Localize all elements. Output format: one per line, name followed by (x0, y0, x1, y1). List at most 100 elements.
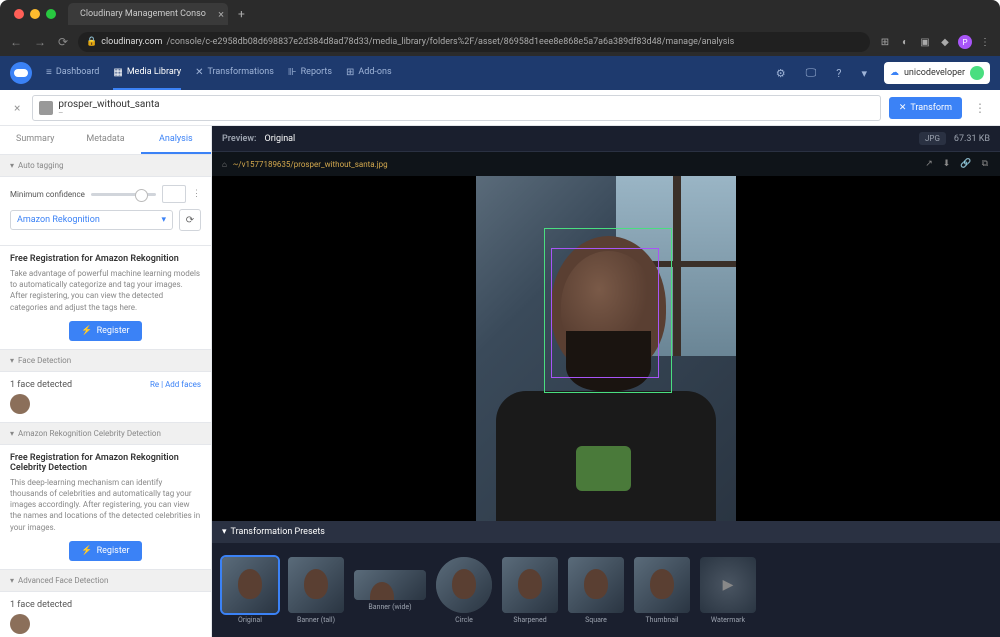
transform-icon: ✕ (899, 103, 907, 113)
detected-face-thumbnail[interactable] (10, 614, 30, 634)
promo-title: Free Registration for Amazon Rekognition (10, 254, 201, 264)
transform-label: Transform (910, 103, 952, 113)
detected-face-thumbnail[interactable] (10, 394, 30, 414)
register-button[interactable]: ⚡ Register (69, 321, 141, 341)
nav-item-transformations[interactable]: ✕Transformations (195, 56, 274, 90)
lightning-icon: ⚡ (81, 546, 92, 556)
image-stage[interactable] (212, 176, 1000, 521)
preset-label: Circle (455, 616, 473, 624)
nav-item-dashboard[interactable]: ≡Dashboard (46, 56, 99, 90)
new-tab-button[interactable]: + (234, 7, 249, 21)
promo-title: Free Registration for Amazon Rekognition… (10, 453, 201, 473)
preset-label: Watermark (711, 616, 745, 624)
close-window-icon[interactable] (14, 9, 24, 19)
maximize-window-icon[interactable] (46, 9, 56, 19)
nav-item-add-ons[interactable]: ⊞Add-ons (346, 56, 392, 90)
preview-pane: Preview: Original JPG 67.31 KB ⌂ ~/v1577… (212, 126, 1000, 637)
provider-select[interactable]: Amazon Rekognition ▾ (10, 210, 173, 230)
minimize-window-icon[interactable] (30, 9, 40, 19)
menu-icon[interactable]: ⋮ (978, 35, 992, 49)
nav-item-media-library[interactable]: ▦Media Library (113, 56, 181, 90)
section-celebrity-detection[interactable]: ▾ Amazon Rekognition Celebrity Detection (0, 423, 211, 445)
help-icon[interactable]: ? (833, 67, 844, 80)
confidence-slider[interactable] (91, 193, 156, 196)
close-tab-icon[interactable]: × (218, 8, 224, 21)
extension-icon[interactable]: ⊞ (878, 35, 892, 49)
preset-original[interactable]: Original (222, 557, 278, 624)
account-name: unicodeveloper (904, 68, 965, 78)
tab-analysis[interactable]: Analysis (141, 126, 211, 154)
asset-name-field[interactable]: prosper_without_santa — (32, 95, 880, 121)
asset-thumbnail-icon (39, 101, 53, 115)
min-confidence-label: Minimum confidence (10, 190, 85, 199)
preset-label: Thumbnail (645, 616, 678, 624)
preset-thumbnail (634, 557, 690, 613)
extension-icon[interactable]: ▣ (918, 35, 932, 49)
presets-title: Transformation Presets (231, 527, 325, 537)
preset-banner-tall-[interactable]: Banner (tall) (288, 557, 344, 624)
format-badge: JPG (919, 132, 946, 145)
preset-thumbnail (354, 570, 426, 600)
profile-avatar[interactable]: P (958, 35, 972, 49)
asset-image (476, 176, 736, 521)
confidence-value-input[interactable] (162, 185, 186, 203)
preset-square[interactable]: Square (568, 557, 624, 624)
preset-label: Original (238, 616, 262, 624)
forward-icon[interactable]: → (32, 35, 48, 49)
add-faces-link[interactable]: Re | Add faces (150, 380, 201, 389)
chevron-down-icon: ▾ (161, 215, 166, 225)
reload-icon[interactable]: ⟳ (56, 35, 70, 49)
home-icon[interactable]: ⌂ (222, 160, 227, 169)
download-icon[interactable]: ⬇ (941, 159, 953, 169)
preset-banner-wide-[interactable]: Banner (wide) (354, 570, 426, 611)
monitor-icon[interactable]: 🖵 (803, 66, 820, 80)
url-host: cloudinary.com (101, 37, 162, 47)
tab-summary[interactable]: Summary (0, 126, 70, 154)
back-icon[interactable]: ← (8, 35, 24, 49)
account-switcher[interactable]: ☁ unicodeveloper (884, 62, 990, 84)
browser-chrome: Cloudinary Management Conso × + ← → ⟳ 🔒 … (0, 0, 1000, 56)
chevron-down-icon[interactable]: ▾ (858, 67, 870, 80)
register-button[interactable]: ⚡ Register (69, 541, 141, 561)
preset-label: Banner (wide) (368, 603, 411, 611)
preset-circle[interactable]: Circle (436, 557, 492, 624)
window-controls[interactable] (8, 9, 62, 19)
transform-button[interactable]: ✕ Transform (889, 97, 962, 119)
extension-icon[interactable]: ◐ (898, 35, 912, 49)
file-size: 67.31 KB (954, 134, 990, 144)
preset-thumbnail (436, 557, 492, 613)
section-face-detection[interactable]: ▾ Face Detection (0, 350, 211, 372)
close-icon[interactable]: × (10, 101, 24, 115)
cloudinary-logo-icon[interactable] (10, 62, 32, 84)
preview-mode: Original (265, 134, 296, 144)
browser-tab[interactable]: Cloudinary Management Conso × (68, 3, 228, 25)
presets-row: Original Banner (tall) Banner (wide) Circle… (212, 543, 1000, 637)
more-options-icon[interactable]: ⋮ (970, 101, 990, 115)
open-external-icon[interactable]: ↗ (923, 159, 935, 169)
gear-icon[interactable]: ⚙ (773, 67, 789, 80)
link-icon[interactable]: 🔗 (958, 159, 973, 169)
refresh-button[interactable]: ⟳ (179, 209, 201, 231)
nav-icon: ✕ (195, 67, 203, 78)
preset-sharpened[interactable]: Sharpened (502, 557, 558, 624)
preset-watermark[interactable]: ▶Watermark (700, 557, 756, 624)
chevron-down-icon: ▾ (10, 576, 14, 585)
presets-header[interactable]: ▾ Transformation Presets (212, 521, 1000, 543)
tab-metadata[interactable]: Metadata (70, 126, 140, 154)
url-bar[interactable]: 🔒 cloudinary.com /console/c-e2958db08d69… (78, 32, 870, 52)
copy-icon[interactable]: ⧉ (980, 159, 990, 169)
extension-icon[interactable]: ◆ (938, 35, 952, 49)
adv-faces-detected-label: 1 face detected (10, 600, 72, 610)
advanced-face-detection-box (551, 248, 659, 378)
section-auto-tagging[interactable]: ▾ Auto tagging (0, 155, 211, 177)
preview-label: Preview: (222, 134, 257, 144)
account-avatar-icon (970, 66, 984, 80)
chevron-down-icon: ▾ (10, 161, 14, 170)
promo-text: This deep-learning mechanism can identif… (10, 477, 201, 533)
nav-item-reports[interactable]: ⊪Reports (288, 56, 332, 90)
preset-thumbnail (222, 557, 278, 613)
app-navbar: ≡Dashboard ▦Media Library ✕Transformations… (0, 56, 1000, 90)
preset-thumbnail[interactable]: Thumbnail (634, 557, 690, 624)
more-icon[interactable]: ⋮ (192, 189, 201, 199)
section-advanced-face[interactable]: ▾ Advanced Face Detection (0, 570, 211, 592)
